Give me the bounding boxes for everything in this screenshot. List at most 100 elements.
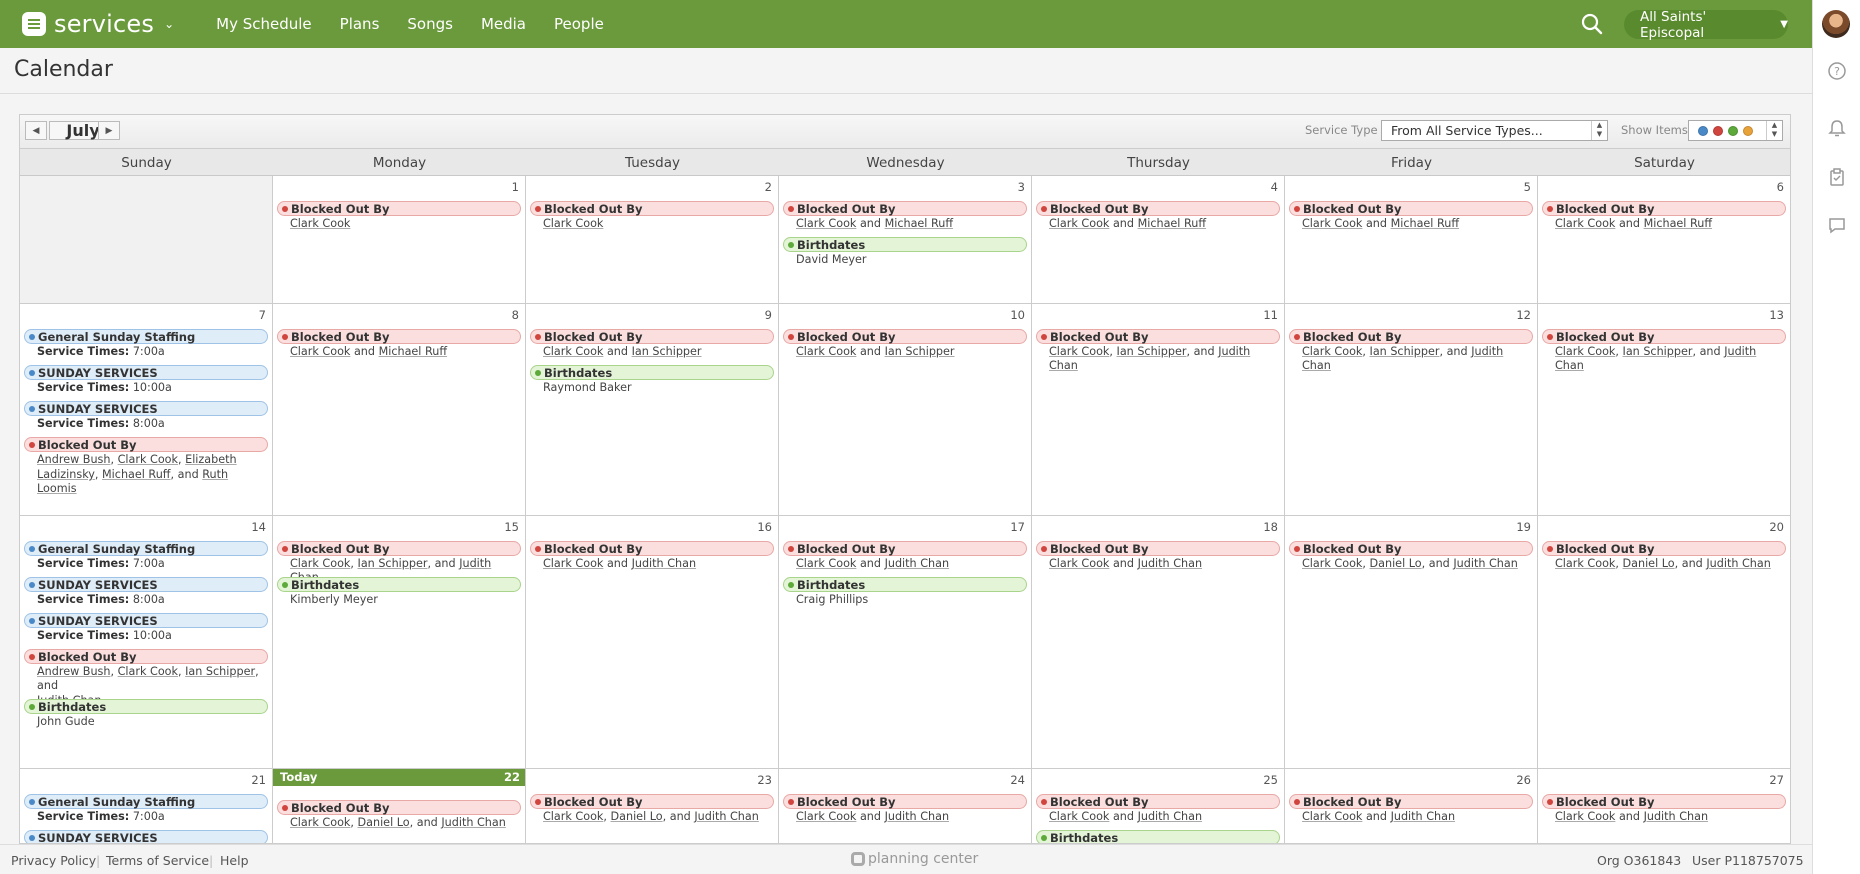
event-title[interactable]: Blocked Out By	[1036, 794, 1280, 809]
day-cell[interactable]: 18 Blocked Out By Clark Cook and Judith Ch…	[1032, 516, 1285, 769]
person-link[interactable]: Ian Schipper	[1117, 345, 1187, 358]
calendar-event-blocked-out-by[interactable]: Blocked Out By Clark Cook and Ian Schippe…	[783, 329, 1027, 359]
calendar-event-blocked-out-by[interactable]: Blocked Out By Clark Cook, Daniel Lo, and…	[1542, 541, 1786, 571]
person-link[interactable]: Clark Cook	[1302, 810, 1362, 823]
day-cell[interactable]: 2 Blocked Out By Clark Cook	[526, 176, 779, 304]
day-cell[interactable]: 3 Blocked Out By Clark Cook and Michael Ru…	[779, 176, 1032, 304]
person-link[interactable]: Clark Cook	[543, 810, 603, 823]
org-switcher-button[interactable]: All Saints' Episcopal ▼	[1624, 9, 1788, 41]
person-link[interactable]: Daniel Lo	[358, 816, 410, 829]
calendar-event-sunday-services[interactable]: SUNDAY SERVICES Service Times: 10:00a	[24, 613, 268, 643]
person-link[interactable]: Clark Cook	[118, 665, 178, 678]
person-link[interactable]: Clark Cook	[1049, 217, 1109, 230]
avatar[interactable]	[1822, 10, 1850, 38]
person-link[interactable]: Clark Cook	[118, 453, 178, 466]
person-link[interactable]: Michael Ruff	[885, 217, 953, 230]
person-link[interactable]: Clark Cook	[1049, 810, 1109, 823]
event-title[interactable]: Blocked Out By	[783, 541, 1027, 556]
calendar-event-birthdates[interactable]: BirthdatesCraig Phillips	[1036, 830, 1280, 843]
day-cell[interactable]: 17 Blocked Out By Clark Cook and Judith Ch…	[779, 516, 1032, 769]
calendar-event-blocked-out-by[interactable]: Blocked Out By Clark Cook and Judith Chan	[783, 794, 1027, 824]
event-title[interactable]: SUNDAY SERVICES	[24, 365, 268, 380]
person-link[interactable]: Judith Chan	[441, 816, 505, 829]
event-title[interactable]: Blocked Out By	[783, 201, 1027, 216]
calendar-event-birthdates[interactable]: Birthdates David Meyer	[783, 237, 1027, 267]
calendar-event-blocked-out-by[interactable]: Blocked Out By Clark Cook and Judith Chan	[783, 541, 1027, 571]
person-link[interactable]: Judith Chan	[1391, 810, 1455, 823]
person-link[interactable]: Elizabeth	[185, 453, 236, 466]
help-link[interactable]: Help	[220, 853, 249, 868]
person-link[interactable]: Judith Chan	[1138, 557, 1202, 570]
person-link[interactable]: Clark Cook	[1049, 345, 1109, 358]
event-title[interactable]: Blocked Out By	[1289, 329, 1533, 344]
person-link[interactable]: Daniel Lo	[1623, 557, 1675, 570]
person-link[interactable]: Judith Chan	[694, 810, 758, 823]
person-link[interactable]: Michael Ruff	[1138, 217, 1206, 230]
day-cell[interactable]: 16 Blocked Out By Clark Cook and Judith Ch…	[526, 516, 779, 769]
event-title[interactable]: Blocked Out By	[1542, 541, 1786, 556]
event-title[interactable]: General Sunday Staffing	[24, 329, 268, 344]
calendar-event-blocked-out-by[interactable]: Blocked Out By Clark Cook and Judith Chan	[1542, 794, 1786, 824]
event-title[interactable]: Blocked Out By	[783, 794, 1027, 809]
event-title[interactable]: Birthdates	[1036, 830, 1280, 843]
day-cell[interactable]: 11 Blocked Out By Clark Cook, Ian Schipper…	[1032, 304, 1285, 516]
event-title[interactable]: Blocked Out By	[1542, 201, 1786, 216]
person-link[interactable]: Judith Chan	[885, 810, 949, 823]
event-title[interactable]: General Sunday Staffing	[24, 794, 268, 809]
person-link[interactable]: Ian Schipper	[1370, 345, 1440, 358]
person-link[interactable]: Clark Cook	[290, 217, 350, 230]
day-cell[interactable]: 27 Blocked Out By Clark Cook and Judith Ch…	[1538, 769, 1790, 843]
event-title[interactable]: Blocked Out By	[277, 800, 521, 815]
calendar-event-blocked-out-by[interactable]: Blocked Out By Clark Cook, Daniel Lo, and…	[1289, 541, 1533, 571]
event-title[interactable]: Blocked Out By	[1289, 201, 1533, 216]
calendar-event-blocked-out-by[interactable]: Blocked Out By Clark Cook, Ian Schipper, …	[1036, 329, 1280, 373]
calendar-event-blocked-out-by[interactable]: Blocked Out By Clark Cook and Ian Schippe…	[530, 329, 774, 359]
calendar-event-blocked-out-by[interactable]: Blocked Out By Clark Cook, Daniel Lo, and…	[530, 794, 774, 824]
app-switcher[interactable]: services ⌄	[22, 10, 174, 38]
person-link[interactable]: Andrew Bush	[37, 665, 110, 678]
event-title[interactable]: Blocked Out By	[1289, 794, 1533, 809]
calendar-event-blocked-out-by[interactable]: Blocked Out By Andrew Bush, Clark Cook, E…	[24, 437, 268, 496]
calendar-event-blocked-out-by[interactable]: Blocked Out By Clark Cook, Daniel Lo, and…	[277, 800, 521, 830]
event-title[interactable]: Blocked Out By	[530, 201, 774, 216]
day-cell[interactable]: 15 Blocked Out By Clark Cook, Ian Schipper…	[273, 516, 526, 769]
calendar-event-general-sunday-staffing[interactable]: General Sunday Staffing Service Times: 7:…	[24, 541, 268, 571]
nav-my-schedule[interactable]: My Schedule	[216, 15, 312, 33]
calendar-event-blocked-out-by[interactable]: Blocked Out By Clark Cook and Michael Ruf…	[1036, 201, 1280, 231]
day-cell[interactable]: 14 General Sunday Staffing Service Times: …	[20, 516, 273, 769]
person-link[interactable]: Judith Chan	[1644, 810, 1708, 823]
person-link[interactable]: Michael Ruff	[1644, 217, 1712, 230]
person-link[interactable]: Ladizinsky	[37, 468, 95, 481]
person-link[interactable]: Clark Cook	[543, 557, 603, 570]
event-title[interactable]: Birthdates	[783, 237, 1027, 252]
event-title[interactable]: Blocked Out By	[277, 201, 521, 216]
nav-plans[interactable]: Plans	[340, 15, 380, 33]
calendar-event-sunday-services[interactable]: SUNDAY SERVICESService Times: 8:00a	[24, 401, 268, 431]
event-title[interactable]: Blocked Out By	[1036, 201, 1280, 216]
calendar-event-blocked-out-by[interactable]: Blocked Out By Clark Cook, Ian Schipper, …	[1289, 329, 1533, 373]
person-link[interactable]: Clark Cook	[1555, 345, 1615, 358]
event-title[interactable]: Blocked Out By	[1036, 541, 1280, 556]
person-link[interactable]: Judith Chan	[1706, 557, 1770, 570]
calendar-event-blocked-out-by[interactable]: Blocked Out By Clark Cook, Ian Schipper, …	[1542, 329, 1786, 373]
calendar-event-blocked-out-by[interactable]: Blocked Out By Clark Cook and Michael Ruf…	[277, 329, 521, 359]
day-cell[interactable]: 6 Blocked Out By Clark Cook and Michael Ru…	[1538, 176, 1790, 304]
calendar-event-blocked-out-by[interactable]: Blocked Out By Clark Cook and Judith Chan	[530, 541, 774, 571]
person-link[interactable]: Clark Cook	[1302, 217, 1362, 230]
nav-songs[interactable]: Songs	[407, 15, 453, 33]
prev-month-button[interactable]: ◀	[25, 121, 47, 140]
person-link[interactable]: Clark Cook	[796, 217, 856, 230]
person-link[interactable]: Clark Cook	[290, 816, 350, 829]
calendar-event-blocked-out-by[interactable]: Blocked Out By Clark Cook and Judith Chan	[1036, 794, 1280, 824]
person-link[interactable]: Ian Schipper	[1623, 345, 1693, 358]
day-cell[interactable]: 19 Blocked Out By Clark Cook, Daniel Lo, a…	[1285, 516, 1538, 769]
person-link[interactable]: Judith Chan	[1453, 557, 1517, 570]
person-link[interactable]: Clark Cook	[543, 345, 603, 358]
event-title[interactable]: General Sunday Staffing	[24, 541, 268, 556]
event-title[interactable]: SUNDAY SERVICES	[24, 830, 268, 843]
day-cell[interactable]: Today 22 Blocked Out By Clark Cook, Daniel …	[273, 769, 526, 843]
calendar-event-blocked-out-by[interactable]: Blocked Out By Clark Cook and Michael Ruf…	[1542, 201, 1786, 231]
day-cell[interactable]: 9 Blocked Out By Clark Cook and Ian Schipp…	[526, 304, 779, 516]
event-title[interactable]: Blocked Out By	[277, 329, 521, 344]
event-title[interactable]: Blocked Out By	[277, 541, 521, 556]
